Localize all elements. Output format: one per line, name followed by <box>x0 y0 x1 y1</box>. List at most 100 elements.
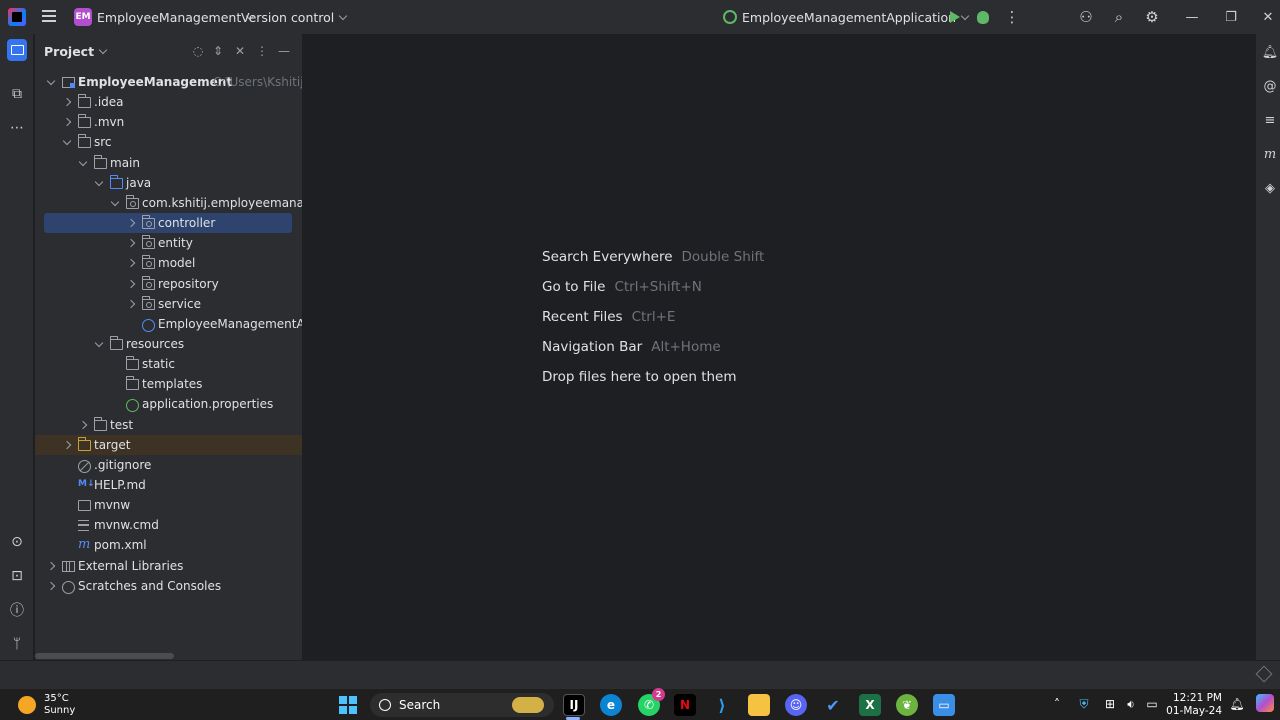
problems-icon[interactable]: ⓘ <box>7 600 27 620</box>
maven-icon[interactable]: m <box>1262 146 1278 162</box>
tree-row[interactable]: mvnw.cmd <box>35 515 302 535</box>
search-icon[interactable]: ⌕ <box>1109 7 1129 27</box>
project-switcher[interactable]: EM EmployeeManagement <box>74 7 255 27</box>
minimize-button[interactable]: — <box>1182 7 1202 27</box>
project-view-selector[interactable]: Project <box>44 44 108 59</box>
tree-row[interactable]: External Libraries <box>35 556 302 576</box>
collapse-all-icon[interactable]: ✕ <box>233 44 247 58</box>
tree-row[interactable]: mvnw <box>35 495 302 515</box>
start-button[interactable] <box>337 694 359 716</box>
tree-row[interactable]: .idea <box>35 92 302 112</box>
copilot-icon[interactable] <box>1256 694 1274 712</box>
tree-row[interactable]: .mvn <box>35 112 302 132</box>
structure-icon[interactable]: ⧉ <box>7 84 27 104</box>
close-button[interactable]: ✕ <box>1258 7 1278 27</box>
intellij-taskbar-icon[interactable]: IJ <box>563 694 585 716</box>
chevron-down-icon[interactable] <box>62 137 72 146</box>
remote-desktop-icon[interactable]: ▭ <box>933 694 955 716</box>
chevron-down-icon[interactable] <box>46 76 56 86</box>
restore-button[interactable]: ❐ <box>1221 7 1241 27</box>
whatsapp-icon[interactable]: ✆ 2 <box>638 688 665 716</box>
chevron-right-icon[interactable] <box>62 440 72 449</box>
tree-row[interactable]: templates <box>35 374 302 394</box>
excel-icon[interactable]: X <box>859 694 881 716</box>
services-icon[interactable]: ⊙ <box>7 532 27 552</box>
chevron-down-icon[interactable] <box>110 197 120 207</box>
tree-row[interactable]: M↓ HELP.md <box>35 475 302 495</box>
ai-assistant-icon[interactable]: @ <box>1262 78 1278 94</box>
chevron-right-icon[interactable] <box>126 238 136 248</box>
tree-row[interactable]: service <box>35 294 302 314</box>
netflix-icon[interactable]: N <box>674 694 696 716</box>
main-menu-icon[interactable] <box>42 10 56 22</box>
tree-row[interactable]: model <box>35 253 302 273</box>
battery-icon[interactable]: ▭ <box>1143 694 1161 714</box>
debug-button[interactable] <box>973 7 993 27</box>
more-actions-icon[interactable]: ⋮ <box>1002 7 1022 27</box>
add-user-icon[interactable]: ⚇ <box>1076 7 1096 27</box>
database-icon[interactable]: ≡ <box>1262 112 1278 128</box>
settings-gear-icon[interactable]: ⚙ <box>1142 7 1162 27</box>
tree-row[interactable]: entity <box>35 233 302 253</box>
tree-row[interactable]: java <box>35 173 302 193</box>
panel-options-icon[interactable]: ⋮ <box>255 44 269 58</box>
discord-icon[interactable]: ☺ <box>785 694 807 716</box>
taskbar-clock[interactable]: 12:21 PM 01-May-24 <box>1166 692 1222 718</box>
git-branch-icon[interactable]: ᛘ <box>7 634 27 654</box>
chevron-down-icon[interactable] <box>94 338 104 348</box>
spring-tools-icon[interactable]: ❦ <box>896 694 918 716</box>
version-control-menu[interactable]: Version control <box>241 7 348 27</box>
tree-row[interactable]: repository <box>35 274 302 294</box>
network-icon[interactable]: ⊞ <box>1101 694 1119 714</box>
editor-empty-area[interactable]: Search Everywhere Double Shift Go to File C… <box>304 34 1256 660</box>
expand-all-icon[interactable]: ⇕ <box>211 44 225 58</box>
edge-browser-icon[interactable]: e <box>600 694 622 716</box>
file-explorer-icon[interactable] <box>748 694 770 716</box>
chevron-right-icon[interactable] <box>62 97 72 107</box>
tree-row[interactable]: target <box>35 434 302 455</box>
locate-file-icon[interactable]: ◌ <box>191 44 205 58</box>
tree-row[interactable]: controller <box>44 213 292 234</box>
tree-row[interactable]: com.kshitij.employeemanageme <box>35 193 302 213</box>
more-tools-icon[interactable]: ⋯ <box>7 118 27 138</box>
chevron-right-icon[interactable] <box>126 259 136 268</box>
intellij-logo-icon[interactable] <box>8 8 26 26</box>
tree-row[interactable]: application.properties <box>35 394 302 414</box>
chevron-down-icon[interactable] <box>94 177 104 186</box>
tree-row[interactable]: .gitignore <box>35 455 302 475</box>
tree-row[interactable]: EmployeeManagementAppli <box>35 314 302 334</box>
tree-row[interactable]: src <box>35 132 302 152</box>
status-widget-icon[interactable] <box>1255 665 1273 683</box>
todo-check-icon[interactable]: ✔ <box>822 694 844 716</box>
defender-shield-icon[interactable]: ⛨ <box>1075 694 1093 714</box>
tree-row[interactable]: test <box>35 415 302 435</box>
tree-row[interactable]: resources <box>35 334 302 354</box>
chevron-right-icon[interactable] <box>46 561 56 570</box>
show-hidden-icons-chevron-icon[interactable]: ˄ <box>1048 694 1066 714</box>
vscode-icon[interactable]: ⟩ <box>711 694 733 716</box>
chevron-right-icon[interactable] <box>46 581 56 590</box>
tree-row[interactable]: main <box>35 153 302 173</box>
notifications-bell-icon[interactable]: 🔔︎ <box>1262 44 1279 60</box>
chevron-right-icon[interactable] <box>78 420 88 429</box>
chevron-right-icon[interactable] <box>62 118 72 127</box>
tree-row[interactable]: EmployeeManagementC:\Users\Kshitij D <box>35 72 302 92</box>
terminal-icon[interactable]: ⊡ <box>7 566 27 586</box>
chevron-down-icon[interactable] <box>78 157 88 166</box>
project-tool-button[interactable] <box>7 39 27 61</box>
hide-panel-icon[interactable]: — <box>277 44 291 58</box>
horizontal-scrollbar[interactable] <box>35 653 174 659</box>
taskbar-search[interactable]: Search <box>370 693 554 717</box>
chevron-right-icon[interactable] <box>126 299 136 308</box>
notification-center-icon[interactable]: 🔔︎ <box>1228 694 1246 714</box>
tree-row[interactable]: Scratches and Consoles <box>35 576 302 596</box>
volume-icon[interactable]: 🔉︎ <box>1122 694 1140 714</box>
tree-row[interactable]: static <box>35 354 302 374</box>
tree-row[interactable]: m pom.xml <box>35 535 302 555</box>
gradle-layers-icon[interactable]: ◈ <box>1262 180 1278 196</box>
run-configuration-selector[interactable]: EmployeeManagementApplication <box>723 7 970 27</box>
chevron-right-icon[interactable] <box>126 279 136 288</box>
run-button[interactable] <box>945 7 965 27</box>
chevron-right-icon[interactable] <box>126 218 136 228</box>
weather-widget[interactable]: 35°C Sunny <box>18 693 75 717</box>
